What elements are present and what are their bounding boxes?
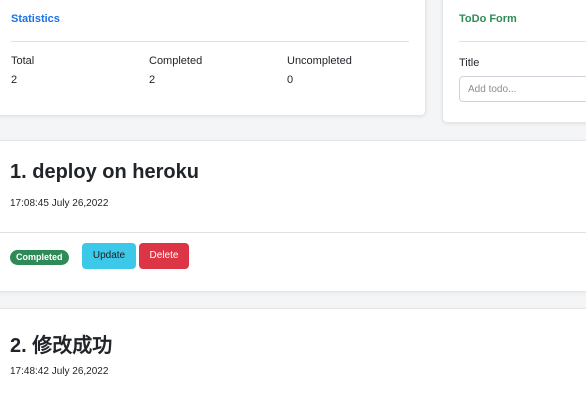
todo-timestamp: 17:48:42 July 26,2022 [10,366,109,377]
todo-title: 1. deploy on heroku [10,161,199,183]
todo-form-divider [459,41,586,42]
todo-title: 2. 修改成功 [10,335,113,357]
todo-divider [0,232,586,233]
title-field-label: Title [459,57,480,69]
todo-title-input[interactable] [459,76,586,102]
stat-total-value: 2 [11,74,18,86]
stat-uncompleted-value: 0 [287,74,294,86]
stat-completed: Completed 2 [149,55,202,86]
stat-completed-value: 2 [149,74,156,86]
stat-total: Total 2 [11,55,34,86]
page: Statistics Total 2 Completed 2 Uncomplet… [0,0,586,400]
statistics-card: Statistics Total 2 Completed 2 Uncomplet… [0,0,426,116]
status-badge: Completed [10,250,69,265]
stat-completed-label: Completed [149,55,203,67]
statistics-title: Statistics [11,13,60,25]
todo-form-card: ToDo Form Title [442,0,586,123]
todo-form-title: ToDo Form [459,13,517,25]
update-button[interactable]: Update [82,243,136,269]
stat-uncompleted: Uncompleted 0 [287,55,352,86]
delete-button[interactable]: Delete [139,243,189,269]
todo-item: 1. deploy on heroku 17:08:45 July 26,202… [0,140,586,292]
stat-uncompleted-label: Uncompleted [287,55,352,67]
stat-total-label: Total [11,55,35,67]
todo-timestamp: 17:08:45 July 26,2022 [10,198,109,209]
statistics-divider [11,41,409,42]
todo-item: 2. 修改成功 17:48:42 July 26,2022 [0,308,586,400]
